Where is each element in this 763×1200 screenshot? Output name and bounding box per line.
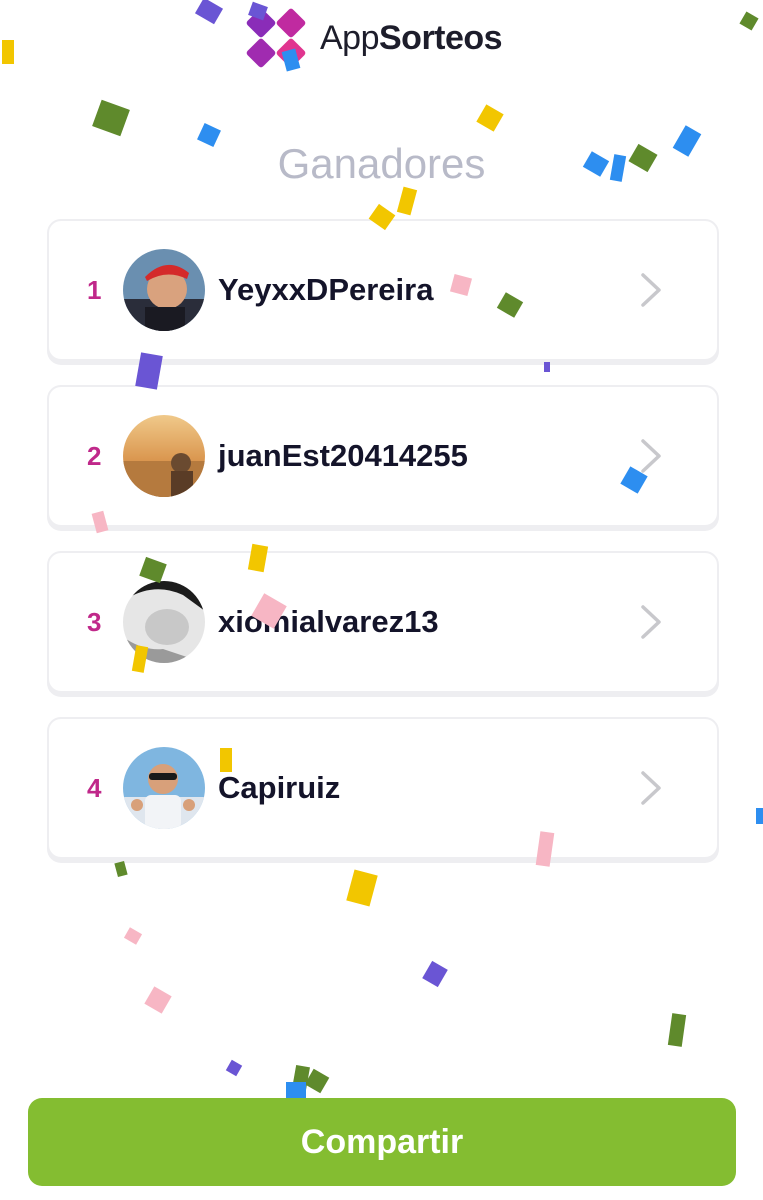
winner-username[interactable]: xiomialvarez13 [218, 604, 631, 640]
winner-username[interactable]: YeyxxDPereira [218, 272, 631, 308]
appsorteos-logo-icon [242, 4, 310, 72]
avatar[interactable] [123, 581, 205, 663]
chevron-right-icon[interactable] [631, 436, 671, 476]
winner-rank: 1 [87, 274, 102, 305]
app-name-bold: Sorteos [379, 18, 503, 57]
chevron-right-icon[interactable] [631, 270, 671, 310]
winner-row[interactable]: 1 YeyxxDPereira [47, 219, 719, 361]
winner-row[interactable]: 4 Capiruiz [47, 717, 719, 859]
share-button[interactable]: Compartir [28, 1098, 736, 1186]
avatar[interactable] [123, 415, 205, 497]
winner-username[interactable]: juanEst20414255 [218, 438, 631, 474]
winner-row[interactable]: 2 juanEst20414255 [47, 385, 719, 527]
winner-rank: 4 [87, 772, 102, 803]
avatar[interactable] [123, 249, 205, 331]
chevron-right-icon[interactable] [631, 602, 671, 642]
avatar[interactable] [123, 747, 205, 829]
winner-rank: 3 [87, 606, 102, 637]
winner-row[interactable]: 3 xiomialvarez13 [47, 551, 719, 693]
winners-list: 1 YeyxxDPereira 2 juanEst20414255 3 xiom… [47, 219, 719, 883]
chevron-right-icon[interactable] [631, 768, 671, 808]
winner-username[interactable]: Capiruiz [218, 770, 631, 806]
app-logo: AppSorteos [242, 4, 503, 72]
app-name-light: App [320, 18, 380, 57]
winner-rank: 2 [87, 440, 102, 471]
app-name: AppSorteos [320, 18, 503, 58]
winners-screen: AppSorteos Ganadores 1 YeyxxDPereira 2 j… [0, 0, 763, 1200]
page-title: Ganadores [277, 140, 486, 187]
